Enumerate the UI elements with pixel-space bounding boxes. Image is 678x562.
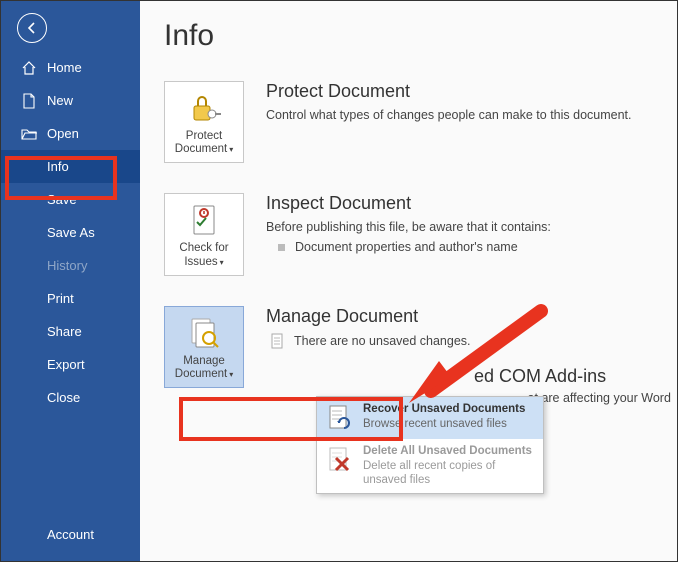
- sidebar-item-history: History: [1, 249, 140, 282]
- section-desc: Control what types of changes people can…: [266, 108, 677, 122]
- sidebar-item-label: Save: [47, 192, 77, 207]
- dd-title: Delete All Unsaved Documents: [363, 445, 535, 459]
- check-for-issues-tile[interactable]: Check for Issues▾: [164, 193, 244, 275]
- tile-label: Protect Document: [175, 130, 227, 155]
- sidebar-item-close[interactable]: Close: [1, 381, 140, 414]
- open-icon: [21, 126, 37, 142]
- sidebar-item-share[interactable]: Share: [1, 315, 140, 348]
- sidebar-item-label: Print: [47, 291, 74, 306]
- dd-sub: Delete all recent copies of unsaved file…: [363, 460, 535, 488]
- tile-label: Manage Document: [175, 355, 227, 380]
- sidebar-item-print[interactable]: Print: [1, 282, 140, 315]
- section-title: Manage Document: [266, 306, 677, 327]
- section-inspect: Check for Issues▾ Inspect Document Befor…: [164, 193, 677, 275]
- delete-unsaved-item[interactable]: Delete All Unsaved Documents Delete all …: [317, 439, 543, 493]
- section-protect: Protect Document▾ Protect Document Contr…: [164, 81, 677, 163]
- sidebar-item-label: Share: [47, 324, 82, 339]
- section-title: Protect Document: [266, 81, 677, 102]
- new-icon: [21, 93, 37, 109]
- sidebar-item-label: History: [47, 258, 87, 273]
- sidebar-item-account[interactable]: Account: [1, 518, 140, 551]
- no-unsaved-row: There are no unsaved changes.: [266, 333, 677, 349]
- inspect-bullet: Document properties and author's name: [266, 240, 677, 254]
- sidebar-item-open[interactable]: Open: [1, 117, 140, 150]
- manage-document-tile[interactable]: Manage Document▾: [164, 306, 244, 388]
- no-unsaved-text: There are no unsaved changes.: [294, 334, 471, 348]
- sidebar-item-label: New: [47, 93, 73, 108]
- recover-icon: [325, 403, 355, 433]
- section-title: Inspect Document: [266, 193, 677, 214]
- bullet-icon: [278, 244, 285, 251]
- page-title: Info: [164, 19, 677, 53]
- home-icon: [21, 60, 37, 76]
- sidebar-item-label: Info: [47, 159, 69, 174]
- bullet-text: Document properties and author's name: [295, 240, 518, 254]
- dd-sub: Browse recent unsaved files: [363, 418, 525, 432]
- lock-icon: [186, 90, 222, 126]
- protect-document-tile[interactable]: Protect Document▾: [164, 81, 244, 163]
- chevron-down-icon: ▾: [229, 145, 233, 154]
- sidebar-item-label: Open: [47, 126, 79, 141]
- inspect-icon: [186, 202, 222, 238]
- delete-icon: [325, 445, 355, 475]
- sidebar-item-label: Account: [47, 527, 94, 542]
- sidebar-item-home[interactable]: Home: [1, 51, 140, 84]
- chevron-down-icon: ▾: [229, 370, 233, 379]
- manage-document-dropdown: Recover Unsaved Documents Browse recent …: [316, 396, 544, 494]
- sidebar-item-save[interactable]: Save: [1, 183, 140, 216]
- section-desc: Before publishing this file, be aware th…: [266, 220, 677, 234]
- dd-title: Recover Unsaved Documents: [363, 403, 525, 417]
- sidebar-item-label: Save As: [47, 225, 95, 240]
- sidebar-item-label: Home: [47, 60, 82, 75]
- backstage-sidebar: Home New Open Info Save Save As History …: [1, 1, 140, 561]
- main-panel: Info Protect Document▾ Protect Document …: [140, 1, 677, 561]
- chevron-down-icon: ▾: [220, 258, 224, 267]
- sidebar-item-new[interactable]: New: [1, 84, 140, 117]
- manage-doc-icon: [186, 315, 222, 351]
- sidebar-item-info[interactable]: Info: [1, 150, 140, 183]
- sidebar-item-label: Close: [47, 390, 80, 405]
- back-button[interactable]: [17, 13, 47, 43]
- doc-small-icon: [270, 333, 286, 349]
- recover-unsaved-item[interactable]: Recover Unsaved Documents Browse recent …: [317, 397, 543, 439]
- sidebar-item-label: Export: [47, 357, 85, 372]
- back-arrow-icon: [25, 21, 39, 35]
- sidebar-item-save-as[interactable]: Save As: [1, 216, 140, 249]
- sidebar-item-export[interactable]: Export: [1, 348, 140, 381]
